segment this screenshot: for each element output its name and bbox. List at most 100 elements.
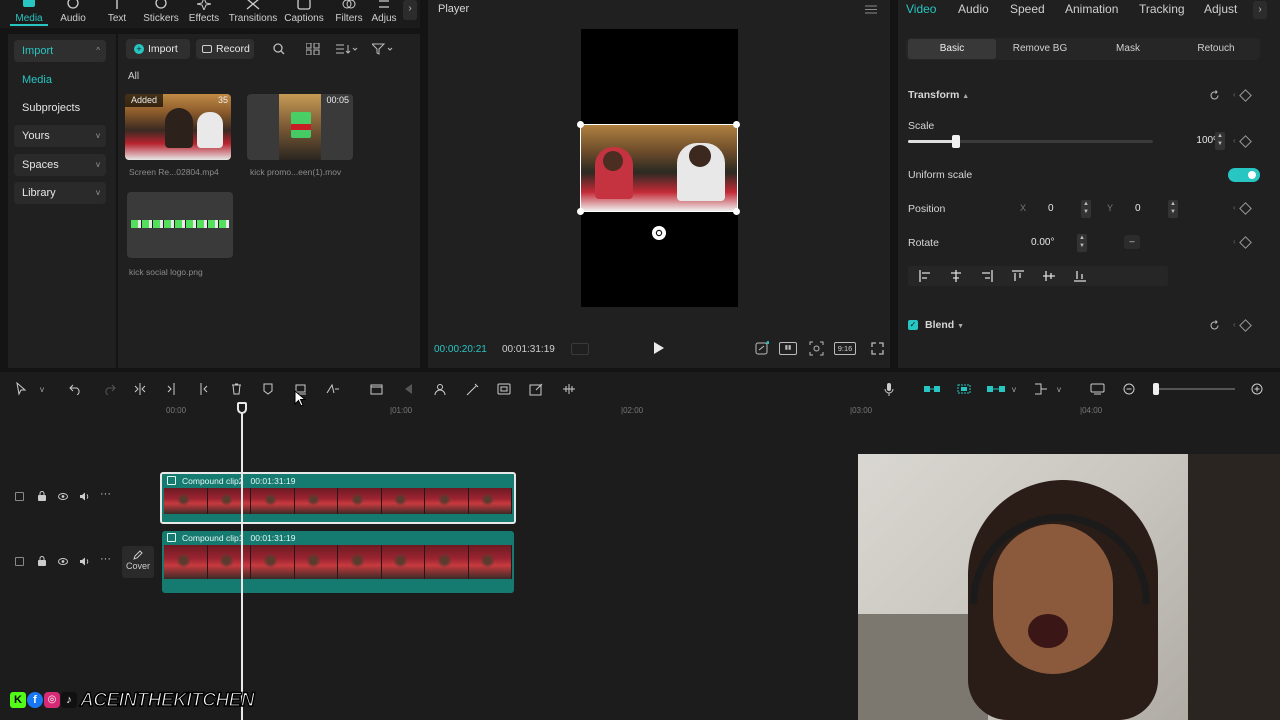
sidebar-item-media[interactable]: Media bbox=[14, 69, 106, 91]
resize-handle[interactable] bbox=[577, 208, 584, 215]
chevron-down-icon[interactable]: v bbox=[1005, 380, 1023, 398]
speaker-icon[interactable] bbox=[79, 492, 89, 501]
scale-slider[interactable] bbox=[908, 135, 1153, 148]
tab-captions[interactable]: Captions bbox=[280, 0, 328, 26]
lock-icon[interactable] bbox=[38, 556, 46, 566]
resize-handle[interactable] bbox=[733, 208, 740, 215]
reset-icon[interactable] bbox=[1209, 320, 1220, 331]
redo-icon[interactable] bbox=[100, 380, 118, 398]
select-tool-icon[interactable] bbox=[12, 380, 30, 398]
tabs-scroll-right-button[interactable]: › bbox=[1253, 1, 1267, 19]
tabs-scroll-right-button[interactable]: › bbox=[403, 0, 417, 20]
delete-icon[interactable] bbox=[227, 380, 245, 398]
blend-section-title[interactable]: Blend ▼ bbox=[925, 319, 964, 331]
trim-left-icon[interactable] bbox=[163, 380, 181, 398]
lock-icon[interactable] bbox=[38, 491, 46, 501]
timeline-view-icon[interactable] bbox=[571, 343, 589, 355]
tab-audio-props[interactable]: Audio bbox=[958, 2, 989, 16]
keyframe-diamond-icon[interactable] bbox=[1239, 135, 1252, 148]
more-options-icon[interactable]: ··· bbox=[100, 488, 111, 500]
rotate-handle-icon[interactable] bbox=[652, 226, 666, 240]
auto-reframe-icon[interactable] bbox=[431, 380, 449, 398]
sidebar-item-library[interactable]: Library v bbox=[14, 182, 106, 204]
align-center-h-icon[interactable] bbox=[950, 270, 962, 282]
eye-icon[interactable] bbox=[58, 493, 68, 500]
trim-right-icon[interactable] bbox=[194, 380, 212, 398]
uniform-scale-toggle[interactable] bbox=[1228, 168, 1260, 182]
tab-speed[interactable]: Speed bbox=[1010, 2, 1045, 16]
cover-button[interactable]: Cover bbox=[122, 546, 154, 578]
resize-icon[interactable] bbox=[495, 380, 513, 398]
playhead[interactable] bbox=[237, 402, 247, 720]
zoom-in-icon[interactable] bbox=[1248, 380, 1266, 398]
beat-icon[interactable] bbox=[560, 380, 578, 398]
stepper-icon[interactable]: ▲ ▼ bbox=[1081, 200, 1091, 218]
rotate-dial-icon[interactable]: – bbox=[1124, 235, 1140, 249]
subtab-basic[interactable]: Basic bbox=[908, 39, 996, 59]
keyframe-diamond-icon[interactable] bbox=[1239, 236, 1252, 249]
undo-icon[interactable] bbox=[66, 380, 84, 398]
tab-media[interactable]: Media bbox=[6, 0, 52, 26]
sidebar-item-import[interactable]: Import ^ bbox=[14, 40, 106, 62]
zoom-out-icon[interactable] bbox=[1120, 380, 1138, 398]
sidebar-item-spaces[interactable]: Spaces v bbox=[14, 154, 106, 176]
zoom-slider-thumb[interactable] bbox=[1153, 383, 1159, 395]
ratio-icon[interactable] bbox=[755, 341, 769, 355]
scale-value[interactable]: 100% bbox=[1166, 135, 1222, 146]
tab-video[interactable]: Video bbox=[906, 2, 936, 16]
track-thumbnail-icon[interactable] bbox=[15, 492, 24, 501]
freeze-frame-icon[interactable] bbox=[367, 380, 385, 398]
import-button[interactable]: + Import bbox=[126, 39, 190, 59]
tab-transitions[interactable]: Transitions bbox=[228, 0, 278, 26]
filter-icon[interactable] bbox=[372, 43, 394, 55]
search-icon[interactable] bbox=[273, 43, 285, 55]
record-button[interactable]: Record bbox=[196, 39, 254, 59]
blend-checkbox[interactable]: ✓ bbox=[908, 320, 918, 330]
position-x-input[interactable]: 0 bbox=[1048, 203, 1054, 214]
speaker-icon[interactable] bbox=[79, 557, 89, 566]
tab-text[interactable]: Text bbox=[94, 0, 140, 26]
video-canvas[interactable] bbox=[577, 29, 740, 307]
subtab-mask[interactable]: Mask bbox=[1084, 39, 1172, 59]
transform-section-title[interactable]: Transform ▲ bbox=[908, 89, 969, 101]
preview-axis-icon[interactable] bbox=[987, 380, 1005, 398]
split-icon[interactable] bbox=[131, 380, 149, 398]
tab-adjust-props[interactable]: Adjust bbox=[1204, 2, 1237, 16]
stepper-icon[interactable]: ▲ ▼ bbox=[1077, 234, 1087, 252]
track-thumbnail-icon[interactable] bbox=[15, 557, 24, 566]
link-clips-icon[interactable] bbox=[955, 380, 973, 398]
fullscreen-icon[interactable] bbox=[871, 342, 884, 355]
align-left-icon[interactable] bbox=[919, 270, 931, 282]
zoom-slider[interactable] bbox=[1153, 383, 1235, 395]
tab-tracking[interactable]: Tracking bbox=[1139, 2, 1185, 16]
snap-icon[interactable] bbox=[1032, 380, 1050, 398]
rotate-input[interactable]: 0.00° bbox=[1031, 237, 1054, 248]
keyframe-diamond-icon[interactable] bbox=[1239, 89, 1252, 102]
quality-icon[interactable]: ▮▮ bbox=[779, 342, 797, 355]
tab-audio[interactable]: Audio bbox=[50, 0, 96, 26]
reset-icon[interactable] bbox=[1209, 90, 1220, 101]
chevron-down-icon[interactable]: v bbox=[1050, 380, 1068, 398]
more-options-icon[interactable]: ··· bbox=[100, 553, 111, 565]
align-center-v-icon[interactable] bbox=[1043, 270, 1055, 282]
filter-all-label[interactable]: All bbox=[128, 71, 139, 82]
main-track-magnet-icon[interactable] bbox=[923, 380, 941, 398]
magic-icon[interactable] bbox=[463, 380, 481, 398]
media-item-2[interactable]: 00:05 bbox=[247, 94, 353, 160]
screenshot-icon[interactable] bbox=[809, 341, 824, 356]
align-bottom-icon[interactable] bbox=[1074, 270, 1086, 282]
chevron-down-icon[interactable]: v bbox=[33, 380, 51, 398]
sidebar-item-yours[interactable]: Yours v bbox=[14, 125, 106, 147]
align-top-icon[interactable] bbox=[1012, 270, 1024, 282]
compound-clip-1[interactable]: Compound clip1 00:01:31:19 bbox=[162, 531, 514, 593]
sidebar-item-subprojects[interactable]: Subprojects bbox=[14, 97, 106, 119]
reverse-icon[interactable] bbox=[399, 380, 417, 398]
export-frame-icon[interactable] bbox=[527, 380, 545, 398]
compound-clip-2[interactable]: Compound clip2 00:01:31:19 bbox=[160, 472, 516, 524]
position-y-input[interactable]: 0 bbox=[1135, 203, 1141, 214]
media-item-1[interactable]: Added 35 bbox=[125, 94, 231, 160]
keyframe-diamond-icon[interactable] bbox=[1239, 202, 1252, 215]
marker-icon[interactable] bbox=[259, 380, 277, 398]
stepper-icon[interactable]: ▲ ▼ bbox=[1168, 200, 1178, 218]
subtab-remove-bg[interactable]: Remove BG bbox=[996, 39, 1084, 59]
